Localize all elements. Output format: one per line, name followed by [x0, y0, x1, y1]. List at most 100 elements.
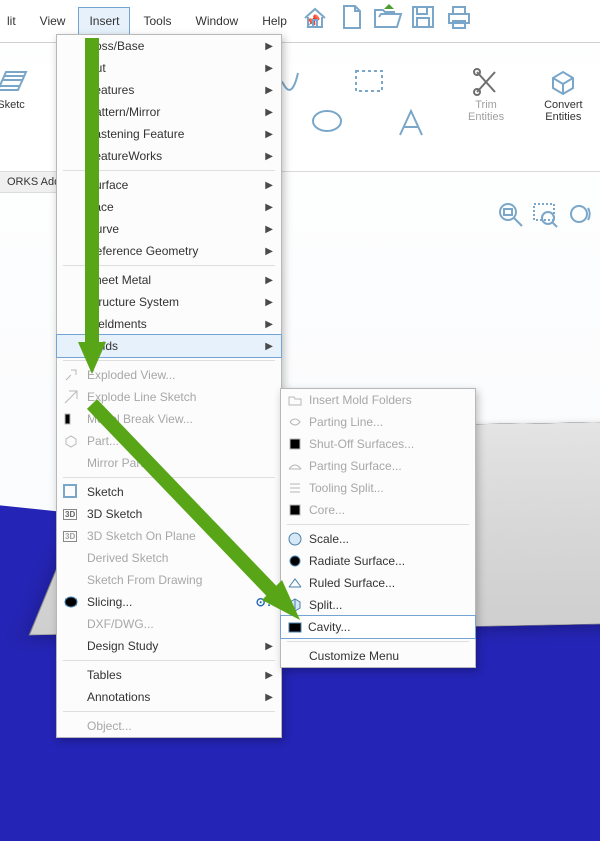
menu-item-label: Radiate Surface...	[309, 554, 405, 568]
part-icon	[63, 433, 79, 449]
ellipse-icon[interactable]	[310, 107, 344, 140]
submenu-arrow-icon: ▶	[265, 692, 273, 703]
help-icon[interactable]: ⊙?	[256, 595, 273, 609]
menu-item-label: Curve	[87, 222, 119, 236]
menu-insert[interactable]: Insert	[78, 7, 130, 35]
zoom-fit-icon[interactable]	[496, 200, 526, 230]
molds-scale[interactable]: Scale...	[281, 528, 475, 550]
open-document-icon[interactable]	[372, 2, 402, 32]
submenu-arrow-icon: ▶	[265, 670, 273, 681]
sos-icon	[287, 436, 303, 452]
home-icon[interactable]	[300, 2, 330, 32]
insert-design-study[interactable]: Design Study▶	[57, 635, 281, 657]
insert-slicing[interactable]: Slicing...⊙?	[57, 591, 281, 613]
rotate-view-icon[interactable]	[564, 200, 594, 230]
insert-3d-sketch[interactable]: 3D3D Sketch	[57, 503, 281, 525]
menu-item-label: Structure System	[87, 295, 179, 309]
mbv-icon	[63, 411, 79, 427]
insert-surface[interactable]: Surface▶	[57, 174, 281, 196]
insert-structure-system[interactable]: Structure System▶	[57, 291, 281, 313]
molds-customize-menu[interactable]: Customize Menu	[281, 645, 475, 667]
insert-3d-sketch-on-plane: 3D3D Sketch On Plane	[57, 525, 281, 547]
menu-item-label: FeatureWorks	[87, 149, 162, 163]
ribbon-sketch[interactable]: Sketc	[0, 67, 26, 167]
insert-weldments[interactable]: Weldments▶	[57, 313, 281, 335]
submenu-arrow-icon: ▶	[265, 107, 273, 118]
save-icon[interactable]	[408, 2, 438, 32]
insert-features[interactable]: Features▶	[57, 79, 281, 101]
menu-item-label: Fastening Feature	[87, 127, 184, 141]
menu-help[interactable]: Help	[251, 7, 298, 35]
menu-item-label: 3D Sketch On Plane	[87, 529, 196, 543]
menu-item-label: Object...	[87, 719, 132, 733]
submenu-arrow-icon: ▶	[265, 63, 273, 74]
new-document-icon[interactable]	[336, 2, 366, 32]
menu-item-label: Tooling Split...	[309, 481, 384, 495]
submenu-arrow-icon: ▶	[265, 180, 273, 191]
submenu-arrow-icon: ▶	[265, 129, 273, 140]
menu-item-label: Customize Menu	[309, 649, 399, 663]
menu-item-label: Derived Sketch	[87, 551, 168, 565]
molds-ruled-surface[interactable]: Ruled Surface...	[281, 572, 475, 594]
menu-item-label: Features	[87, 83, 134, 97]
menu-item-label: Cavity...	[308, 620, 350, 634]
ts-icon	[287, 480, 303, 496]
insert-tables[interactable]: Tables ▶	[57, 664, 281, 686]
insert-pattern-mirror[interactable]: Pattern/Mirror ▶	[57, 101, 281, 123]
print-icon[interactable]	[444, 2, 474, 32]
menu-item-label: Scale...	[309, 532, 349, 546]
insert-mirror-part: Mirror Part...	[57, 452, 281, 474]
insert-derived-sketch: Derived Sketch	[57, 547, 281, 569]
quick-access-toolbar	[300, 2, 474, 32]
menu-item-label: Parting Surface...	[309, 459, 402, 473]
submenu-arrow-icon: ▶	[265, 41, 273, 52]
ribbon-convert-entities[interactable]: Convert Entities	[544, 67, 583, 167]
submenu-arrow-icon: ▶	[265, 202, 273, 213]
molds-split[interactable]: Split...	[281, 594, 475, 616]
insert-sketch[interactable]: Sketch	[57, 481, 281, 503]
scissors-icon	[471, 67, 501, 97]
molds-cavity[interactable]: Cavity...	[280, 615, 476, 639]
insert-curve[interactable]: Curve▶	[57, 218, 281, 240]
submenu-arrow-icon: ▶	[265, 341, 273, 352]
molds-parting-surface: Parting Surface...	[281, 455, 475, 477]
menu-item-label: 3D Sketch	[87, 507, 142, 521]
menu-item-label: Pattern/Mirror	[87, 105, 160, 119]
menu-lit[interactable]: lit	[0, 7, 27, 35]
menu-item-label: DXF/DWG...	[87, 617, 154, 631]
menu-item-label: Exploded View...	[87, 368, 176, 382]
text-icon[interactable]	[394, 107, 428, 144]
molds-radiate-surface[interactable]: Radiate Surface...	[281, 550, 475, 572]
menu-item-label: Molds	[86, 339, 118, 353]
zoom-area-icon[interactable]	[530, 200, 560, 230]
els-icon	[63, 389, 79, 405]
molds-shut-off-surfaces: Shut-Off Surfaces...	[281, 433, 475, 455]
insert-cut[interactable]: Cut ▶	[57, 57, 281, 79]
sk-icon	[63, 484, 79, 500]
insert-sheet-metal[interactable]: Sheet Metal▶	[57, 269, 281, 291]
insert-exploded-view: Exploded View...	[57, 364, 281, 386]
menu-tools[interactable]: Tools	[132, 7, 182, 35]
insert-sketch-from-drawing: Sketch From Drawing	[57, 569, 281, 591]
molds-insert-mold-folders: Insert Mold Folders	[281, 389, 475, 411]
insert-boss-base[interactable]: Boss/Base▶	[57, 35, 281, 57]
insert-reference-geometry[interactable]: Reference Geometry▶	[57, 240, 281, 262]
menu-view[interactable]: View	[29, 7, 77, 35]
menu-item-label: Tables	[87, 668, 122, 682]
rectangle-dashed-icon[interactable]	[352, 67, 386, 100]
menu-item-label: Mirror Part...	[87, 456, 154, 470]
insert-annotations[interactable]: Annotations▶	[57, 686, 281, 708]
insert-object: Object...	[57, 715, 281, 737]
insert-face[interactable]: Face▶	[57, 196, 281, 218]
insert-model-break-view: Model Break View...	[57, 408, 281, 430]
menu-window[interactable]: Window	[185, 7, 250, 35]
insert-molds[interactable]: Molds ▶	[56, 334, 282, 358]
molds-submenu: Insert Mold FoldersParting Line...Shut-O…	[280, 388, 476, 668]
menu-item-label: Design Study	[87, 639, 158, 653]
submenu-arrow-icon: ▶	[265, 151, 273, 162]
menu-item-label: Cut	[87, 61, 106, 75]
menu-item-label: Sketch From Drawing	[87, 573, 202, 587]
menu-item-label: Ruled Surface...	[309, 576, 395, 590]
insert-featureworks[interactable]: FeatureWorks ▶	[57, 145, 281, 167]
insert-fastening-feature[interactable]: Fastening Feature ▶	[57, 123, 281, 145]
